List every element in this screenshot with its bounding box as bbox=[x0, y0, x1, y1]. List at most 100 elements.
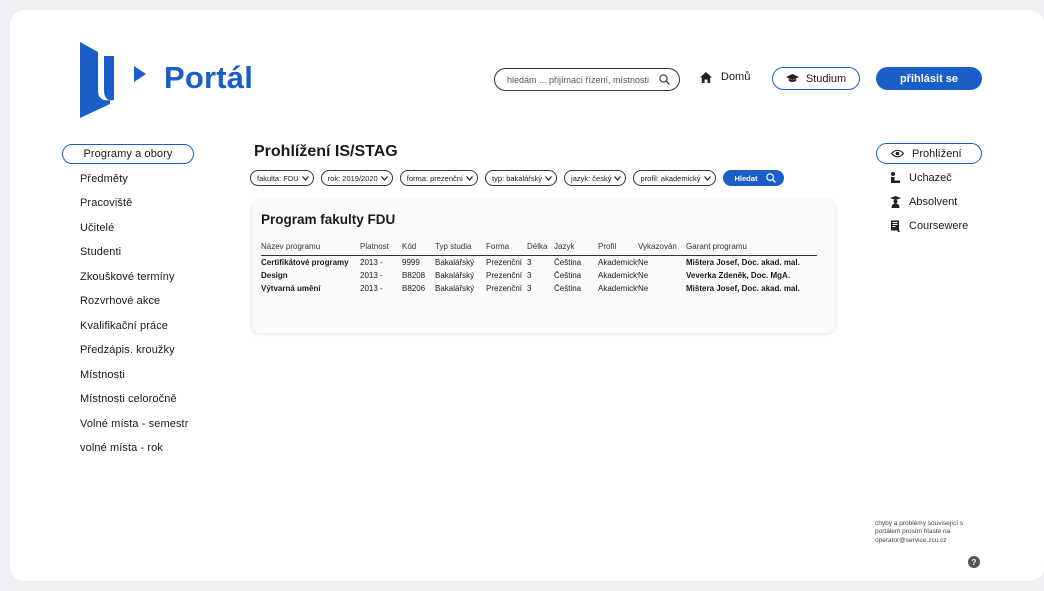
sidebar-item-students[interactable]: Studenti bbox=[62, 242, 194, 262]
sidebar-item-programs[interactable]: Programy a obory bbox=[62, 144, 194, 164]
table-cell: Akademický bbox=[598, 271, 638, 280]
filter-label: fakulta: FDU bbox=[257, 173, 299, 183]
filter-language[interactable]: jazyk: český bbox=[564, 170, 627, 186]
table-row[interactable]: Výtvarná umění 2013 - B8206 Bakalářský P… bbox=[261, 282, 817, 295]
filter-type[interactable]: typ: bakalářský bbox=[485, 170, 558, 186]
column-header: Délka bbox=[527, 242, 548, 251]
table-row[interactable]: Certifikátové programy 2013 - 9999 Bakal… bbox=[261, 256, 817, 269]
search-button-label: Hledat bbox=[734, 173, 758, 183]
table-cell: Prezenční bbox=[486, 284, 523, 293]
chevron-down-icon bbox=[614, 175, 622, 181]
sidebar-nav: Programy a obory Předměty Pracoviště Uči… bbox=[62, 144, 194, 463]
filter-label: typ: bakalářský bbox=[492, 173, 543, 183]
table-cell: Mištera Josef, Doc. akad. mal. bbox=[686, 258, 800, 267]
table-cell: Bakalářský bbox=[435, 271, 475, 280]
sidebar-item-departments[interactable]: Pracoviště bbox=[62, 193, 194, 213]
role-item-label: Uchazeč bbox=[909, 171, 952, 184]
table-cell: 9999 bbox=[402, 258, 420, 267]
filter-bar: fakulta: FDU rok: 2019/2020 forma: preze… bbox=[250, 170, 785, 186]
home-link[interactable]: Domů bbox=[700, 71, 750, 83]
sidebar-item-rooms-yearly[interactable]: Místnosti celoročně bbox=[62, 389, 194, 409]
study-button[interactable]: Studium bbox=[772, 67, 860, 90]
sidebar-item-teachers[interactable]: Učitelé bbox=[62, 218, 194, 238]
home-icon bbox=[700, 71, 712, 83]
chevron-down-icon bbox=[301, 175, 309, 181]
sidebar-item-rooms[interactable]: Místnosti bbox=[62, 365, 194, 385]
column-header: Platnost bbox=[360, 242, 389, 251]
sidebar-item-courses[interactable]: Předměty bbox=[62, 169, 194, 189]
filter-form[interactable]: forma: prezenční bbox=[399, 170, 479, 186]
table-cell: Ne bbox=[638, 258, 649, 267]
chevron-down-icon bbox=[466, 175, 473, 181]
sidebar-item-free-places-semester[interactable]: Volné místa - semestr bbox=[62, 414, 194, 434]
eye-icon bbox=[891, 149, 904, 158]
sidebar-item-schedule-events[interactable]: Rozvrhové akce bbox=[62, 291, 194, 311]
role-item-courseware[interactable]: Coursewere bbox=[876, 215, 982, 236]
sidebar-item-theses[interactable]: Kvalifikační práce bbox=[62, 316, 194, 336]
role-item-label: Absolvent bbox=[909, 195, 958, 208]
filter-year[interactable]: rok: 2019/2020 bbox=[320, 170, 393, 186]
filter-label: rok: 2019/2020 bbox=[327, 173, 378, 183]
table-cell: Akademický bbox=[598, 284, 638, 293]
graduate-icon bbox=[890, 195, 901, 208]
table-cell: 3 bbox=[527, 258, 532, 267]
table-cell: 2013 - bbox=[360, 271, 383, 280]
search-icon[interactable] bbox=[659, 74, 670, 85]
search-box[interactable] bbox=[494, 68, 680, 91]
table-cell: Ne bbox=[638, 271, 649, 280]
chevron-down-icon bbox=[545, 175, 553, 181]
logo-mark-icon bbox=[80, 42, 146, 118]
table-cell: Výtvarná umění bbox=[261, 284, 321, 293]
table-cell: Akademický bbox=[598, 258, 638, 267]
table-cell: 3 bbox=[527, 271, 532, 280]
table-cell: B8206 bbox=[402, 284, 426, 293]
sidebar-item-preregistration[interactable]: Předzápis. kroužky bbox=[62, 340, 194, 360]
table-cell: Bakalářský bbox=[435, 284, 475, 293]
chevron-down-icon bbox=[703, 175, 711, 181]
filter-label: jazyk: český bbox=[571, 173, 612, 183]
column-header: Forma bbox=[486, 242, 510, 251]
table-cell: 3 bbox=[527, 284, 532, 293]
role-item-applicant[interactable]: Uchazeč bbox=[876, 167, 982, 188]
study-label: Studium bbox=[805, 72, 847, 85]
search-icon bbox=[766, 173, 777, 183]
search-input[interactable] bbox=[507, 74, 655, 85]
filter-label: forma: prezenční bbox=[406, 173, 464, 183]
portal-logo[interactable]: Portál bbox=[80, 42, 253, 118]
filter-label: profil: akademický bbox=[640, 173, 701, 183]
table-cell: Prezenční bbox=[486, 271, 523, 280]
card-title: Program fakulty FDU bbox=[261, 212, 396, 227]
filter-profile[interactable]: profil: akademický bbox=[633, 170, 716, 186]
column-header: Profil bbox=[598, 242, 617, 251]
table-cell: Čeština bbox=[554, 258, 582, 267]
table-cell: Bakalářský bbox=[435, 258, 475, 267]
table-row[interactable]: Design 2013 - B8208 Bakalářský Prezenční… bbox=[261, 269, 817, 282]
role-item-graduate[interactable]: Absolvent bbox=[876, 191, 982, 212]
table-cell: Čeština bbox=[554, 284, 582, 293]
person-seated-icon bbox=[891, 171, 900, 183]
role-item-browse[interactable]: Prohlížení bbox=[876, 143, 982, 164]
home-label: Domů bbox=[721, 71, 751, 83]
chevron-down-icon bbox=[380, 175, 388, 181]
support-note: chyby a problémy související s portálem … bbox=[875, 520, 964, 544]
table-cell: B8208 bbox=[402, 271, 426, 280]
column-header: Vykazován bbox=[638, 242, 677, 251]
table-cell: 2013 - bbox=[360, 284, 383, 293]
program-card: Program fakulty FDU Název programu Platn… bbox=[252, 200, 835, 333]
help-icon[interactable]: ? bbox=[968, 556, 980, 568]
sidebar-item-exam-dates[interactable]: Zkouškové termíny bbox=[62, 267, 194, 287]
sidebar-item-free-places-year[interactable]: volné místa - rok bbox=[62, 438, 194, 458]
table-cell: Design bbox=[261, 271, 288, 280]
document-icon bbox=[891, 220, 901, 232]
column-header: Název programu bbox=[261, 242, 321, 251]
filter-faculty[interactable]: fakulta: FDU bbox=[250, 170, 314, 186]
login-button[interactable]: přihlásit se bbox=[876, 67, 982, 90]
page-title: Prohlížení IS/STAG bbox=[254, 143, 398, 160]
program-table: Název programu Platnost Kód Typ studia F… bbox=[261, 242, 817, 295]
table-cell: Certifikátové programy bbox=[261, 258, 349, 267]
search-button[interactable]: Hledat bbox=[722, 170, 785, 186]
role-panel: Prohlížení Uchazeč Absolvent Coursewere bbox=[876, 143, 982, 239]
role-item-label: Prohlížení bbox=[912, 147, 962, 160]
graduation-cap-icon bbox=[785, 74, 799, 82]
table-cell: Prezenční bbox=[486, 258, 523, 267]
